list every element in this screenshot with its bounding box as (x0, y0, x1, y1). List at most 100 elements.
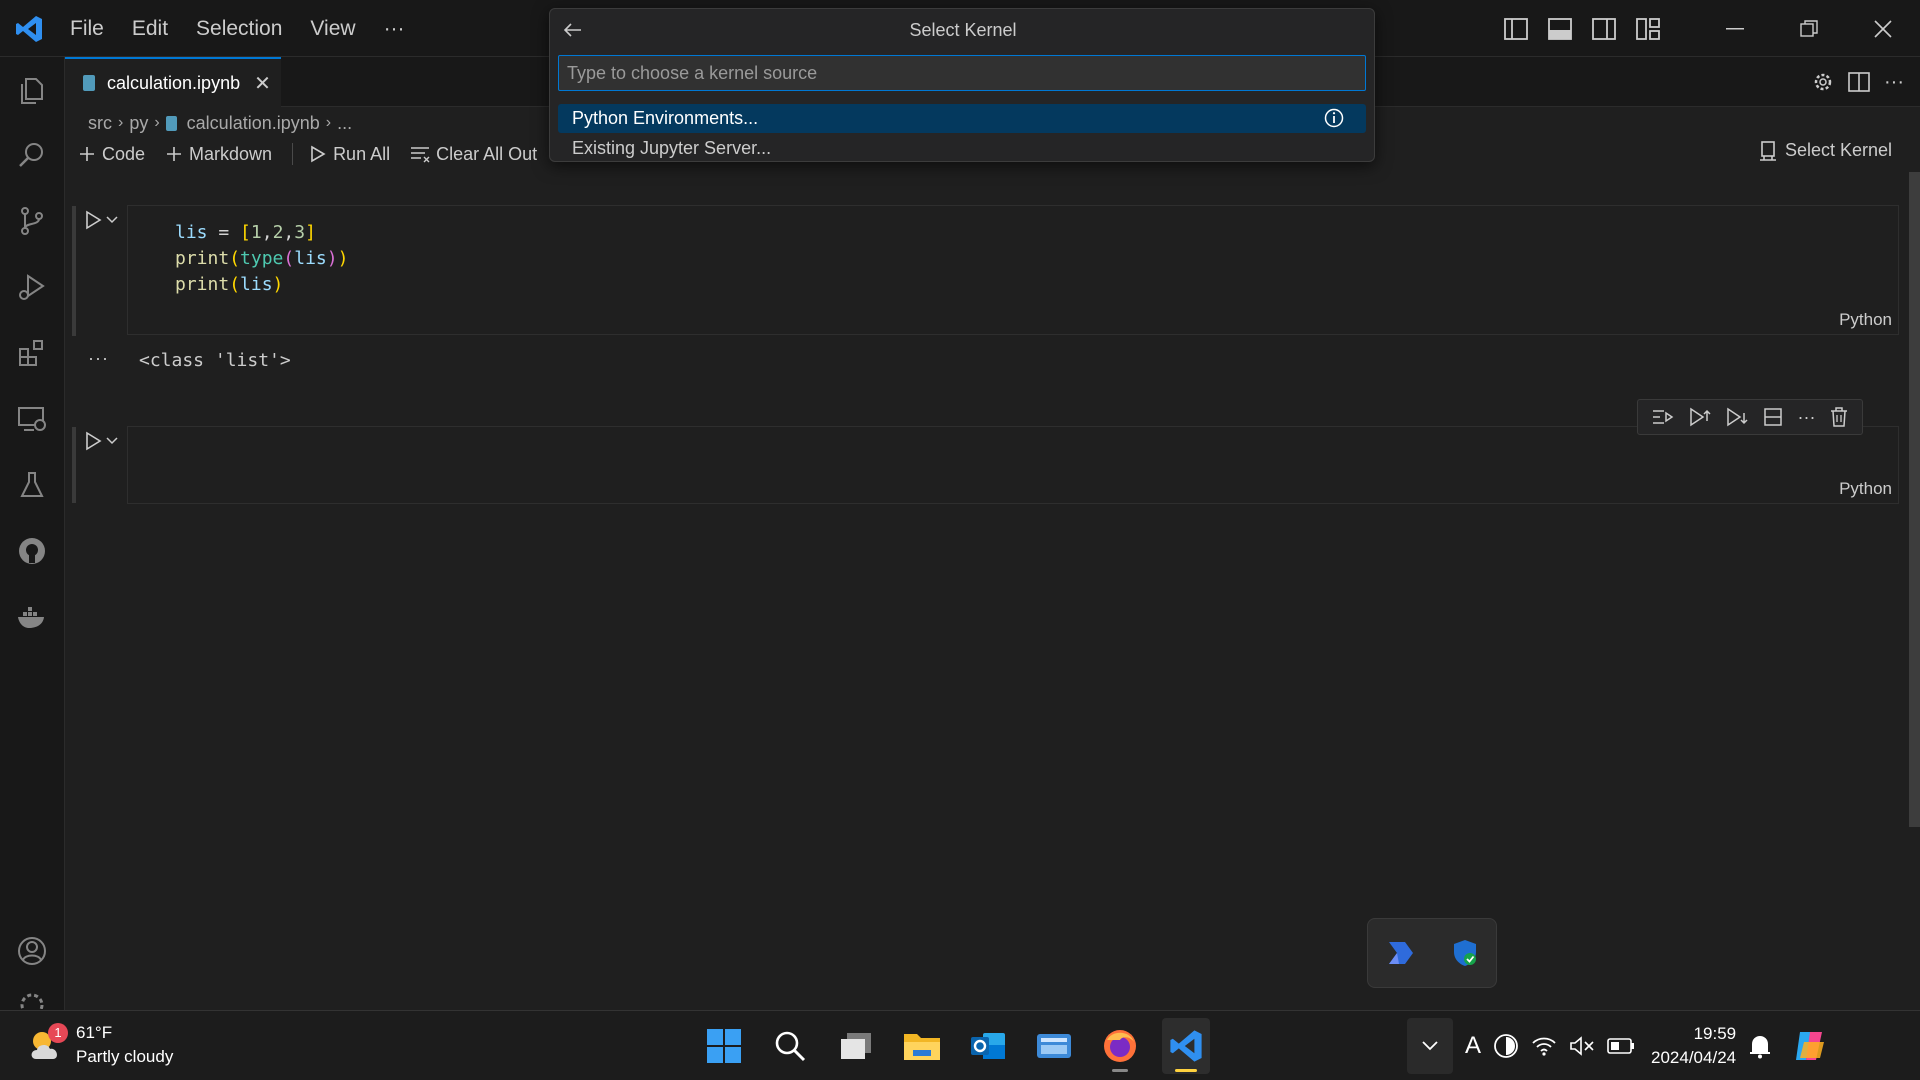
manage-gear-icon[interactable] (12, 989, 52, 1009)
start-windows-icon[interactable] (700, 1018, 748, 1074)
task-view-icon[interactable] (832, 1018, 880, 1074)
chevron-down-icon[interactable] (106, 437, 118, 445)
source-control-icon[interactable] (12, 201, 52, 241)
weather-widget[interactable]: 1 61°F Partly cloudy (26, 1021, 173, 1069)
restore-icon[interactable] (1772, 0, 1846, 57)
wifi-icon[interactable] (1531, 1035, 1557, 1057)
add-code-label: Code (102, 143, 146, 164)
output-more-icon[interactable]: ··· (88, 348, 109, 369)
vscode-taskbar-icon[interactable] (1162, 1018, 1210, 1074)
breadcrumb-py[interactable]: py (129, 113, 148, 134)
code-cell-editor-empty[interactable]: Python (127, 426, 1899, 504)
run-cell-icon[interactable] (84, 210, 102, 230)
notifications-icon[interactable] (1748, 1033, 1772, 1059)
plus-icon (80, 147, 94, 161)
power-automate-icon[interactable] (1387, 940, 1415, 966)
tab-calculation-ipynb[interactable]: calculation.ipynb ✕ (65, 57, 281, 107)
run-cell-icon[interactable] (84, 431, 102, 451)
volume-muted-icon[interactable] (1569, 1035, 1595, 1057)
close-window-icon[interactable] (1846, 0, 1920, 57)
explorer-icon[interactable] (12, 71, 52, 111)
back-arrow-icon[interactable] (560, 17, 586, 43)
file-explorer-icon[interactable] (898, 1018, 946, 1074)
add-code-cell-button[interactable]: Code (78, 144, 145, 165)
chevron-right-icon: › (325, 114, 332, 131)
remote-explorer-icon[interactable] (12, 399, 52, 439)
docker-icon[interactable] (12, 597, 52, 637)
clear-all-outputs-button[interactable]: Clear All Out (410, 144, 537, 165)
minimize-icon[interactable] (1698, 0, 1772, 57)
battery-icon[interactable] (1607, 1037, 1635, 1055)
code-line: print(type(lis)) (175, 248, 349, 269)
code-cell-editor[interactable]: lis = [1,2,3] print(type(lis)) print(lis) … (127, 205, 1899, 335)
clock-date: 2024/04/24 (1651, 1048, 1737, 1067)
info-icon[interactable] (1324, 108, 1344, 128)
chevron-down-icon[interactable] (106, 216, 118, 224)
menu-edit[interactable]: Edit (118, 11, 182, 47)
menu-file[interactable]: File (56, 11, 118, 47)
run-debug-icon[interactable] (12, 267, 52, 307)
quick-pick-item-python-environments[interactable]: Python Environments... (558, 104, 1366, 133)
breadcrumb-file[interactable]: calculation.ipynb (187, 113, 320, 134)
menu-view[interactable]: View (296, 11, 369, 47)
run-above-icon[interactable] (1689, 407, 1711, 427)
accounts-icon[interactable] (12, 931, 52, 971)
touch-keyboard-app-icon[interactable] (1030, 1018, 1078, 1074)
outlook-icon[interactable] (964, 1018, 1012, 1074)
cell-language-label[interactable]: Python (1839, 479, 1892, 499)
firefox-icon[interactable] (1096, 1018, 1144, 1074)
activity-bar (0, 57, 65, 1010)
taskbar-apps (700, 1011, 1210, 1080)
breadcrumb-ellipsis[interactable]: ... (337, 113, 352, 134)
add-markdown-cell-button[interactable]: Markdown (165, 144, 272, 165)
split-cell-icon[interactable] (1763, 407, 1783, 427)
menu-selection[interactable]: Selection (182, 11, 296, 47)
run-below-icon[interactable] (1726, 407, 1748, 427)
toggle-panel-icon[interactable] (1538, 0, 1582, 57)
taskbar-search-icon[interactable] (766, 1018, 814, 1074)
clock-time: 19:59 (1693, 1024, 1737, 1043)
input-method-indicator[interactable]: A (1465, 1032, 1481, 1060)
run-all-label: Run All (333, 143, 391, 164)
vscode-logo-icon (14, 14, 44, 44)
plus-icon (167, 147, 182, 161)
execute-above-icon[interactable] (1652, 408, 1674, 426)
menu-more[interactable]: ··· (370, 11, 419, 47)
cell-more-icon[interactable]: ··· (1798, 407, 1816, 428)
kernel-source-input[interactable] (558, 55, 1366, 91)
title-bar-controls (1494, 0, 1920, 57)
notebook-file-icon (83, 75, 95, 91)
windows-security-icon[interactable] (1452, 939, 1478, 967)
breadcrumb-src[interactable]: src (88, 113, 112, 134)
github-icon[interactable] (12, 531, 52, 571)
gear-icon[interactable] (1812, 71, 1834, 93)
tab-close-icon[interactable]: ✕ (254, 71, 271, 96)
more-actions-icon[interactable]: ··· (1884, 71, 1904, 94)
system-clock[interactable]: 19:59 2024/04/24 (1651, 1022, 1736, 1070)
editor-actions: ··· (1812, 57, 1904, 107)
split-editor-icon[interactable] (1848, 72, 1870, 92)
breadcrumb: src › py › calculation.ipynb › ... (88, 109, 352, 137)
cell-output: <class 'list'> (139, 350, 291, 371)
toggle-primary-sidebar-icon[interactable] (1494, 0, 1538, 57)
cell-language-label[interactable]: Python (1839, 310, 1892, 330)
editor-scrollbar[interactable] (1909, 172, 1920, 827)
clear-all-icon (411, 147, 430, 163)
partly-cloudy-icon: 1 (26, 1023, 68, 1065)
select-kernel-button[interactable]: Select Kernel (1759, 140, 1892, 161)
testing-icon[interactable] (12, 465, 52, 505)
weather-text: 61°F Partly cloudy (76, 1021, 173, 1069)
extensions-icon[interactable] (12, 333, 52, 373)
customize-layout-icon[interactable] (1626, 0, 1670, 57)
copilot-icon[interactable] (1792, 1028, 1828, 1064)
app-running-indicator (1112, 1069, 1128, 1072)
code-content[interactable]: lis = [1,2,3] print(type(lis)) print(lis) (175, 220, 348, 298)
run-all-button[interactable]: Run All (309, 144, 390, 165)
toggle-secondary-sidebar-icon[interactable] (1582, 0, 1626, 57)
quick-pick-item-existing-jupyter-server[interactable]: Existing Jupyter Server... (558, 134, 1366, 163)
focus-assist-icon[interactable] (1493, 1033, 1519, 1059)
delete-cell-icon[interactable] (1830, 407, 1848, 427)
search-icon[interactable] (12, 135, 52, 175)
show-hidden-icons-chevron-icon[interactable] (1407, 1018, 1453, 1074)
run-all-icon (311, 145, 326, 163)
